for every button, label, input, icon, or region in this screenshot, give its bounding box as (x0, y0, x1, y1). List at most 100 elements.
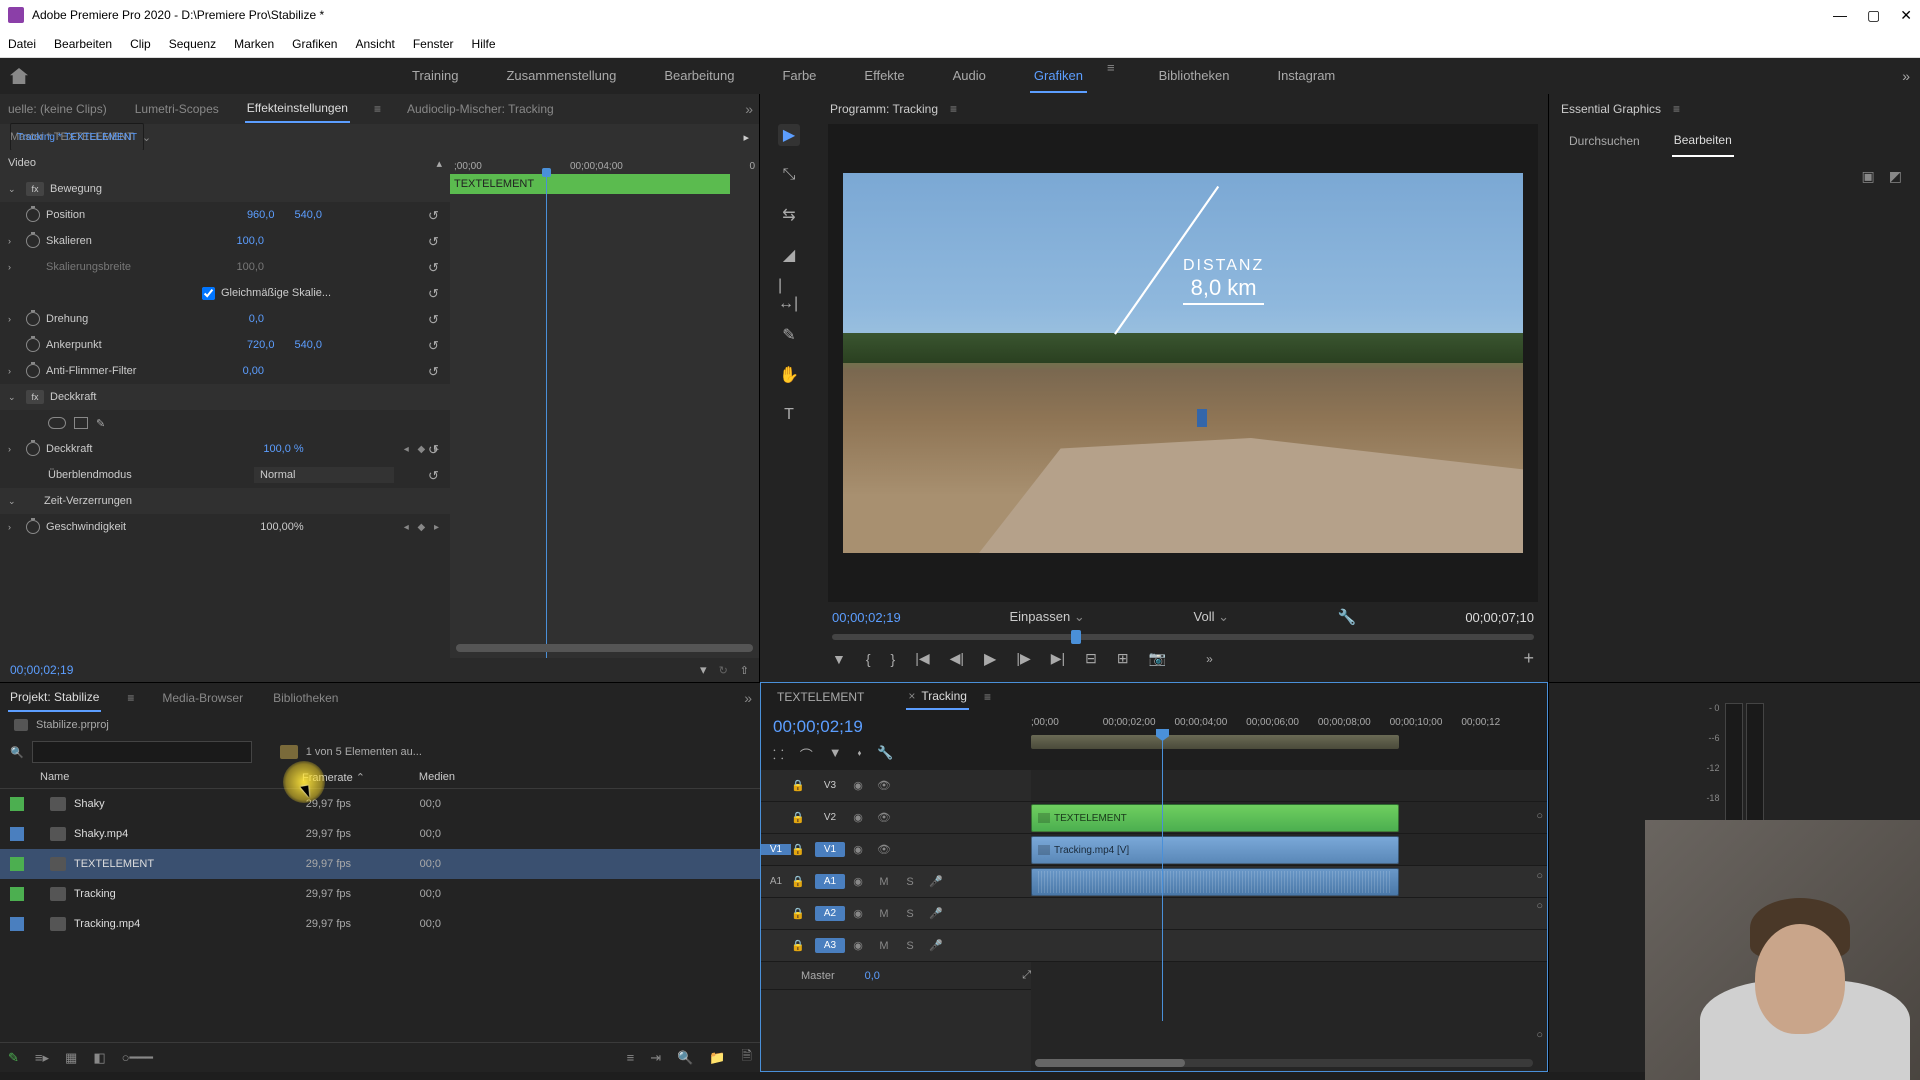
marker-icon[interactable]: ▼ (829, 745, 842, 764)
workspace-overflow-icon[interactable]: » (1902, 68, 1910, 84)
toggle-output-icon[interactable]: ◉ (845, 843, 871, 856)
voice-icon[interactable]: 🎤 (923, 907, 949, 920)
expand-icon[interactable]: › (8, 522, 20, 532)
uniform-scale-checkbox[interactable] (202, 287, 215, 300)
track-circle-icon[interactable]: ○ (1536, 810, 1543, 822)
menu-hilfe[interactable]: Hilfe (472, 37, 496, 51)
tab-lumetri[interactable]: Lumetri-Scopes (133, 96, 221, 122)
mute-icon[interactable]: ◉ (845, 939, 871, 952)
toggle-sync-icon[interactable]: 👁 (871, 843, 897, 856)
timeline-content[interactable]: TEXTELEMENT Tracking.mp4 [V] ○ ○ ○ ○ (1031, 770, 1547, 1071)
toggle-sync-icon[interactable]: 👁 (871, 779, 897, 792)
search-input[interactable] (32, 741, 252, 763)
solo-s[interactable]: S (897, 876, 923, 888)
wrench-icon[interactable]: 🔧 (877, 745, 893, 764)
project-item[interactable]: Shaky.mp4 29,97 fps 00;0 (0, 819, 760, 849)
stopwatch-icon[interactable] (26, 312, 40, 326)
master-value[interactable]: 0,0 (865, 970, 880, 982)
tab-libraries[interactable]: Bibliotheken (271, 685, 340, 711)
track-a2[interactable]: A2 (815, 906, 845, 921)
position-y[interactable]: 540,0 (294, 209, 322, 221)
workspace-zusammenstellung[interactable]: Zusammenstellung (502, 60, 620, 93)
solo-s[interactable]: S (897, 908, 923, 920)
reset-icon[interactable] (428, 364, 442, 378)
settings-wrench-icon[interactable]: 🔧 (1338, 608, 1357, 626)
ec-timecode[interactable]: 00;00;02;19 (10, 663, 73, 677)
menu-clip[interactable]: Clip (130, 37, 151, 51)
fx-badge[interactable]: fx (26, 182, 44, 196)
track-circle-icon[interactable]: ○ (1536, 900, 1543, 912)
mark-in-bracket-icon[interactable]: { (866, 651, 871, 667)
lift-icon[interactable]: ⊟ (1085, 650, 1097, 667)
source-v1[interactable]: V1 (761, 844, 791, 855)
close-button[interactable]: ✕ (1900, 7, 1912, 24)
workspace-instagram[interactable]: Instagram (1273, 60, 1339, 93)
timeline-ruler[interactable]: ;00;00 00;00;02;00 00;00;04;00 00;00;06;… (1031, 717, 1533, 733)
ec-play-icon[interactable]: ▸ (743, 131, 749, 144)
stopwatch-icon[interactable] (26, 364, 40, 378)
go-to-in-icon[interactable]: |◀ (915, 650, 929, 667)
opacity-value[interactable]: 100,0 % (263, 443, 303, 455)
icon-view-icon[interactable]: ▦ (65, 1050, 77, 1066)
snap-icon[interactable]: ⸬ (773, 745, 784, 764)
timeline-playhead[interactable] (1162, 729, 1163, 1021)
timeline-tab-tracking[interactable]: ×Tracking (906, 684, 969, 710)
home-icon[interactable] (10, 68, 28, 84)
source-a1[interactable]: A1 (761, 876, 791, 887)
filter-icon[interactable]: ▾ (700, 662, 707, 678)
hand-tool[interactable]: ✋ (778, 364, 800, 386)
anchor-y[interactable]: 540,0 (294, 339, 322, 351)
mute-m[interactable]: M (871, 908, 897, 920)
reset-icon[interactable] (428, 338, 442, 352)
voice-icon[interactable]: 🎤 (923, 875, 949, 888)
voice-icon[interactable]: 🎤 (923, 939, 949, 952)
reset-icon[interactable] (428, 442, 442, 456)
sort-icon[interactable]: ≡ (627, 1050, 635, 1065)
type-tool[interactable]: T (778, 404, 800, 426)
track-a3[interactable]: A3 (815, 938, 845, 953)
tab-media-browser[interactable]: Media-Browser (160, 685, 245, 711)
menu-marken[interactable]: Marken (234, 37, 274, 51)
scale-value[interactable]: 100,0 (236, 235, 264, 247)
workspace-bibliotheken[interactable]: Bibliotheken (1155, 60, 1234, 93)
quality-select[interactable]: Voll (1194, 609, 1215, 624)
new-item-icon[interactable]: 🗎 (742, 1047, 752, 1069)
panel-menu-icon[interactable]: ≡ (1673, 102, 1680, 116)
razor-tool[interactable]: ◢ (778, 244, 800, 266)
work-area-bar[interactable] (1031, 735, 1399, 749)
workspace-farbe[interactable]: Farbe (778, 60, 820, 93)
expand-icon[interactable]: ⌄ (8, 496, 20, 507)
new-bin-icon[interactable]: 📁 (709, 1050, 725, 1066)
pen-tool[interactable]: ✎ (778, 324, 800, 346)
expand-icon[interactable]: ⌄ (8, 184, 20, 195)
menu-fenster[interactable]: Fenster (413, 37, 454, 51)
lock-icon[interactable]: 🔒 (791, 939, 815, 952)
menu-ansicht[interactable]: Ansicht (355, 37, 394, 51)
project-item[interactable]: TEXTELEMENT 29,97 fps 00;0 (0, 849, 760, 879)
mute-m[interactable]: M (871, 940, 897, 952)
search-icon[interactable]: 🔍 (10, 746, 24, 759)
track-select-tool[interactable]: ⤡ (778, 164, 800, 186)
ec-sequence-clip[interactable]: Tracking * TEXTELEMENT (10, 123, 144, 151)
collapse-icon[interactable]: ▴ (436, 157, 442, 170)
col-name[interactable]: Name (10, 771, 260, 784)
tab-audio-mixer[interactable]: Audioclip-Mischer: Tracking (405, 96, 556, 122)
mute-icon[interactable]: ◉ (845, 907, 871, 920)
panel-menu-icon[interactable]: ≡ (127, 691, 134, 705)
blend-mode-select[interactable]: Normal (254, 467, 394, 483)
automate-icon[interactable]: ⇥ (650, 1050, 661, 1066)
selection-tool[interactable]: ▶ (778, 124, 800, 146)
workspace-bearbeitung[interactable]: Bearbeitung (660, 60, 738, 93)
play-button[interactable]: ▶ (984, 649, 996, 669)
pen-mask-icon[interactable]: ✎ (96, 417, 105, 430)
col-media[interactable]: Medien (365, 771, 455, 784)
lock-icon[interactable]: 🔒 (791, 843, 815, 856)
rect-mask-icon[interactable] (74, 417, 88, 429)
fit-select[interactable]: Einpassen (1009, 609, 1070, 624)
toggle-output-icon[interactable]: ◉ (845, 811, 871, 824)
toggle-output-icon[interactable]: ◉ (845, 779, 871, 792)
clip-textelement[interactable]: TEXTELEMENT (1031, 804, 1399, 832)
lock-icon[interactable]: 🔒 (791, 875, 815, 888)
menu-grafiken[interactable]: Grafiken (292, 37, 337, 51)
rotation-value[interactable]: 0,0 (249, 313, 264, 325)
